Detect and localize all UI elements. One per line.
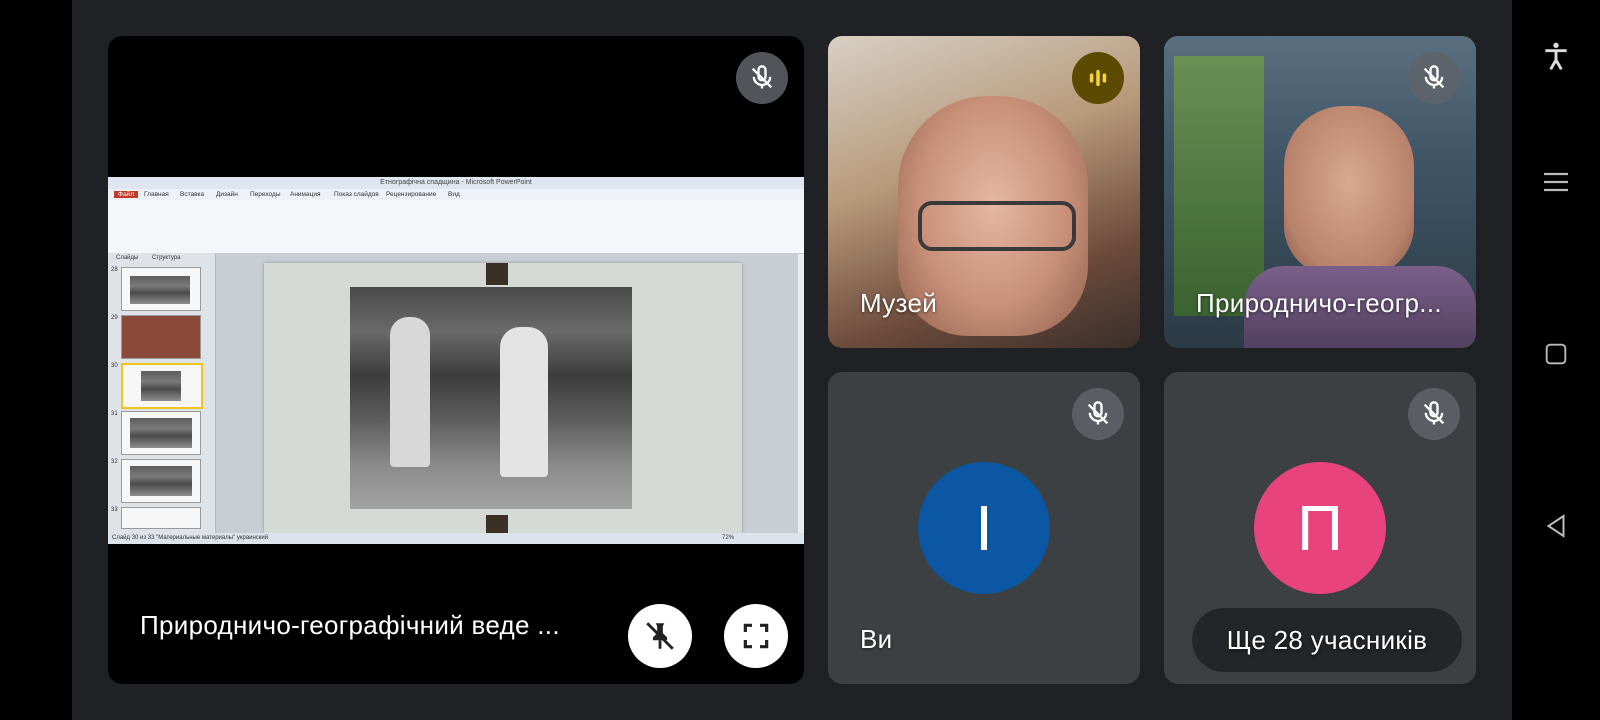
slide-thumbnail — [121, 459, 201, 503]
slide-thumbnail — [121, 315, 201, 359]
ppt-ribbon — [108, 200, 804, 254]
mic-off-icon — [736, 52, 788, 104]
participant-name: Ви — [860, 624, 893, 654]
fullscreen-button[interactable] — [724, 604, 788, 668]
ppt-menu-view: Вид — [448, 191, 460, 198]
slide-thumbnail-selected — [121, 363, 203, 409]
mic-off-icon — [1072, 388, 1124, 440]
mic-off-icon — [1408, 52, 1460, 104]
slide-photo — [350, 287, 632, 509]
ppt-menu-design: Дизайн — [216, 191, 238, 198]
unpin-button[interactable] — [628, 604, 692, 668]
panel-tab-outline: Структура — [152, 255, 181, 261]
recents-icon[interactable] — [1530, 328, 1582, 380]
participant-tile-geo[interactable]: Природничо-геогр... — [1164, 36, 1476, 348]
slide-number: 31 — [111, 411, 118, 417]
participant-tile-museum[interactable]: Музей — [828, 36, 1140, 348]
participant-tile-others[interactable]: П Ще 28 учасників — [1164, 372, 1476, 684]
unpin-icon — [646, 622, 674, 650]
presenter-name: Природничо-географічний веде ... — [140, 610, 560, 640]
mic-off-icon — [1408, 388, 1460, 440]
ppt-menu-bar: Файл Главная Вставка Дизайн Переходы Ани… — [108, 189, 804, 200]
more-participants-chip[interactable]: Ще 28 учасників — [1192, 608, 1462, 672]
participant-name: Природничо-геогр... — [1196, 288, 1442, 318]
ppt-menu-transitions: Переходы — [250, 191, 281, 198]
system-nav-bar — [1512, 0, 1600, 720]
slide-decor — [486, 263, 508, 285]
ppt-status-text: Слайд 30 из 33 "Материальные материалы" … — [112, 535, 269, 541]
participant-video — [1284, 106, 1414, 276]
ppt-menu-home: Главная — [144, 191, 169, 198]
avatar: І — [918, 462, 1050, 594]
menu-icon[interactable] — [1530, 156, 1582, 208]
ppt-status-bar: Слайд 30 из 33 "Материальные материалы" … — [108, 533, 804, 544]
plant — [1174, 56, 1264, 316]
slide-thumbnail — [121, 267, 201, 311]
ppt-menu-file: Файл — [114, 191, 138, 198]
slides-panel: Слайды Структура 28 29 30 31 32 33 — [108, 253, 216, 533]
ppt-zoom: 72% — [721, 535, 734, 541]
slide-number: 33 — [111, 507, 118, 513]
glasses — [918, 201, 1076, 251]
slide-canvas — [216, 253, 798, 533]
audio-level-icon — [1072, 52, 1124, 104]
slide-number: 29 — [111, 315, 118, 321]
slide-thumbnail — [121, 411, 201, 455]
participant-name: Музей — [860, 288, 938, 318]
ppt-title-bar: Етнографічна спадщина - Microsoft PowerP… — [108, 177, 804, 189]
more-participants-label: Ще 28 учасників — [1226, 624, 1428, 655]
ppt-menu-insert: Вставка — [180, 191, 205, 198]
back-icon[interactable] — [1530, 500, 1582, 552]
current-slide — [264, 263, 742, 533]
ppt-menu-review: Рецензирование — [386, 191, 437, 198]
slide-number: 30 — [111, 363, 118, 369]
participant-tile-you[interactable]: І Ви — [828, 372, 1140, 684]
slide-decor — [486, 515, 508, 533]
shared-screen: Етнографічна спадщина - Microsoft PowerP… — [108, 177, 804, 544]
avatar: П — [1254, 462, 1386, 594]
fullscreen-icon — [743, 623, 769, 649]
accessibility-icon[interactable] — [1530, 30, 1582, 82]
panel-tab-slides: Слайды — [116, 255, 139, 261]
slide-thumbnail — [121, 507, 201, 529]
ppt-menu-slideshow: Показ слайдов — [334, 191, 379, 198]
ppt-menu-animation: Анимация — [290, 191, 321, 198]
slide-number: 28 — [111, 267, 118, 273]
slide-number: 32 — [111, 459, 118, 465]
